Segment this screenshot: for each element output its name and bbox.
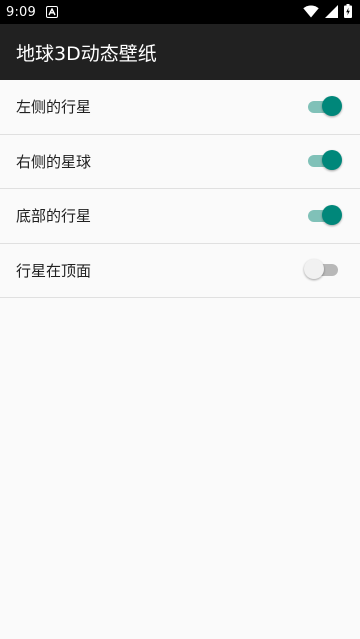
status-time: 9:09 [6,4,36,20]
signal-icon [325,3,338,22]
battery-charging-icon [344,3,352,22]
toggle-switch[interactable] [306,95,342,118]
toggle-switch[interactable] [306,150,342,172]
setting-label: 左侧的行星 [16,98,92,117]
switch-thumb [322,150,342,171]
toggle-switch[interactable] [306,204,342,227]
settings-list: 左侧的行星 右侧的星球 底部的行星 行星在顶面 [0,80,360,298]
switch-thumb [322,95,342,116]
setting-row-bottom-planet[interactable]: 底部的行星 [0,189,360,244]
status-right [303,3,352,22]
setting-label: 行星在顶面 [16,261,92,280]
toggle-switch[interactable] [304,259,342,281]
switch-thumb [304,259,324,280]
status-bar: 9:09 [0,0,360,24]
status-left: 9:09 [6,5,58,20]
wifi-icon [303,3,319,22]
setting-row-left-planet[interactable]: 左侧的行星 [0,80,360,135]
app-bar: 地球3D动态壁纸 [0,24,360,80]
app-title: 地球3D动态壁纸 [16,42,157,65]
setting-label: 右侧的星球 [16,152,92,171]
setting-label: 底部的行星 [16,207,92,226]
a-icon [46,6,58,18]
setting-row-right-planet[interactable]: 右侧的星球 [0,134,360,189]
switch-thumb [322,204,342,225]
setting-row-planet-top[interactable]: 行星在顶面 [0,243,360,298]
